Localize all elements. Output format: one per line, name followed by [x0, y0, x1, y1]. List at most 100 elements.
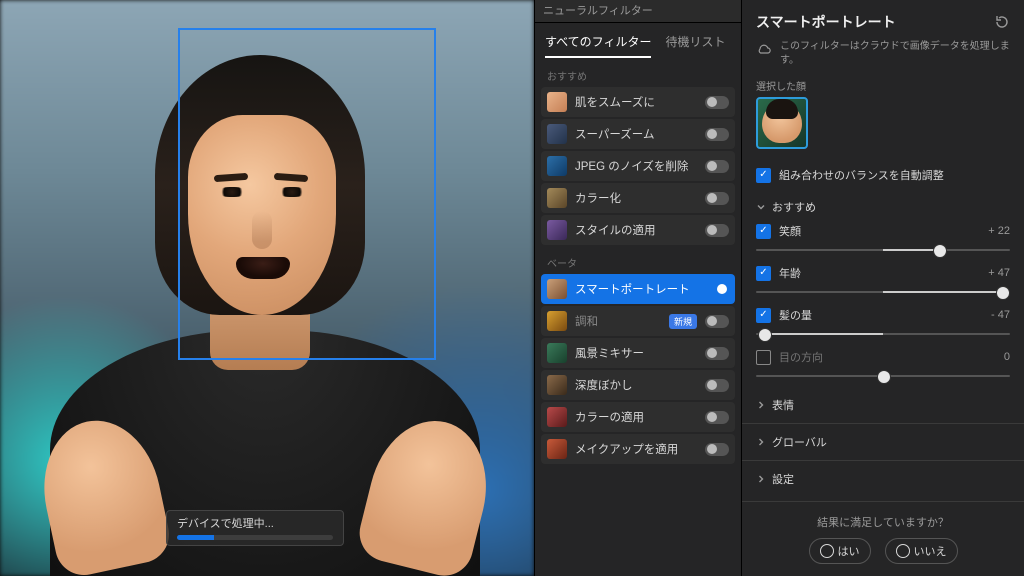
slider-checkbox[interactable] [756, 224, 771, 239]
filter-jpeg-denoise[interactable]: JPEG のノイズを削除 [541, 151, 735, 181]
filter-colorize[interactable]: カラー化 [541, 183, 735, 213]
filter-thumb [547, 279, 567, 299]
filter-label: JPEG のノイズを削除 [575, 158, 697, 174]
slider-label: 年齢 [779, 265, 988, 281]
slider-eye-dir: 目の方向0 [742, 345, 1024, 387]
section-settings[interactable]: 設定 [742, 460, 1024, 497]
slider-checkbox[interactable] [756, 266, 771, 281]
cloud-icon [756, 41, 772, 57]
slider-label: 笑顔 [779, 223, 988, 239]
satisfaction-question: 結果に満足していますか？ [756, 514, 1010, 530]
slider-hair: 髪の量- 47 [742, 303, 1024, 345]
neural-filters-panel: ニューラルフィルター すべてのフィルター 待機リスト おすすめ 肌をスムーズにス… [534, 0, 741, 576]
tab-all-filters[interactable]: すべてのフィルター [545, 33, 651, 58]
selected-face-thumb[interactable] [756, 97, 808, 149]
filter-list-recommended: 肌をスムーズにスーパーズーム JPEG のノイズを削除カラー化スタイルの適用 [535, 87, 741, 245]
filter-toggle[interactable] [705, 96, 729, 109]
filter-thumb [547, 220, 567, 240]
tab-waitlist[interactable]: 待機リスト [665, 33, 725, 58]
slider-track[interactable] [756, 325, 1010, 343]
filter-list-beta: スマートポートレート調和新規風景ミキサー深度ぼかしカラーの適用メイクアップを適用 [535, 274, 741, 464]
slider-smile: 笑顔+ 22 [742, 219, 1024, 261]
filter-toggle[interactable] [705, 160, 729, 173]
slider-checkbox[interactable] [756, 308, 771, 323]
section-expression[interactable]: 表情 [742, 387, 1024, 423]
slider-checkbox[interactable] [756, 350, 771, 365]
filter-landscape-mix[interactable]: 風景ミキサー [541, 338, 735, 368]
auto-balance-label: 組み合わせのバランスを自動調整 [779, 167, 944, 183]
filter-label: 深度ぼかし [575, 377, 697, 393]
slider-knob[interactable] [877, 370, 891, 384]
slider-value: + 47 [988, 267, 1010, 279]
frown-icon [896, 544, 910, 558]
slider-label: 髪の量 [779, 307, 991, 323]
face-detection-rect[interactable] [178, 28, 436, 360]
processing-label: デバイスで処理中... [177, 515, 333, 531]
selected-face-label: 選択した顔 [742, 78, 1024, 97]
filter-harmonize[interactable]: 調和新規 [541, 306, 735, 336]
filter-toggle[interactable] [705, 443, 729, 456]
filter-toggle[interactable] [705, 283, 729, 296]
filter-makeup-apply[interactable]: メイクアップを適用 [541, 434, 735, 464]
new-badge: 新規 [669, 314, 697, 329]
filter-toggle[interactable] [705, 347, 729, 360]
cloud-note-text: このフィルターはクラウドで画像データを処理します。 [780, 40, 1010, 68]
reset-icon[interactable] [994, 14, 1010, 30]
panel-title: ニューラルフィルター [535, 0, 741, 23]
filter-label: カラー化 [575, 190, 697, 206]
slider-value: 0 [1004, 351, 1010, 363]
filter-thumb [547, 343, 567, 363]
filter-thumb [547, 407, 567, 427]
section-beta: ベータ [535, 245, 741, 274]
slider-label: 目の方向 [779, 349, 1004, 365]
filter-thumb [547, 375, 567, 395]
smile-icon [820, 544, 834, 558]
filter-toggle[interactable] [705, 192, 729, 205]
section-recommended-sliders[interactable]: おすすめ [742, 191, 1024, 219]
satisfaction-yes-button[interactable]: はい [809, 538, 871, 564]
slider-track[interactable] [756, 241, 1010, 259]
slider-value: + 22 [988, 225, 1010, 237]
filter-skin-smooth[interactable]: 肌をスムーズに [541, 87, 735, 117]
filter-thumb [547, 311, 567, 331]
section-global[interactable]: グローバル [742, 423, 1024, 460]
slider-track[interactable] [756, 283, 1010, 301]
slider-knob[interactable] [996, 286, 1010, 300]
slider-track[interactable] [756, 367, 1010, 385]
filter-toggle[interactable] [705, 128, 729, 141]
slider-knob[interactable] [933, 244, 947, 258]
slider-value: - 47 [991, 309, 1010, 321]
auto-balance-checkbox[interactable] [756, 168, 771, 183]
auto-balance-row[interactable]: 組み合わせのバランスを自動調整 [742, 159, 1024, 191]
slider-knob[interactable] [758, 328, 772, 342]
filter-smart-portrait[interactable]: スマートポートレート [541, 274, 735, 304]
filter-label: スマートポートレート [575, 281, 697, 297]
filter-thumb [547, 156, 567, 176]
chevron-down-icon [756, 202, 766, 212]
filter-thumb [547, 92, 567, 112]
filter-style-apply[interactable]: スタイルの適用 [541, 215, 735, 245]
slider-group: 笑顔+ 22年齢+ 47髪の量- 47目の方向0 [742, 219, 1024, 387]
filter-label: カラーの適用 [575, 409, 697, 425]
filter-tabs: すべてのフィルター 待機リスト [535, 23, 741, 58]
filter-label: スーパーズーム [575, 126, 697, 142]
filter-depth-blur[interactable]: 深度ぼかし [541, 370, 735, 400]
filter-super-zoom[interactable]: スーパーズーム [541, 119, 735, 149]
document-canvas[interactable]: デバイスで処理中... [0, 0, 534, 576]
filter-thumb [547, 124, 567, 144]
filter-toggle[interactable] [705, 315, 729, 328]
filter-label: メイクアップを適用 [575, 441, 697, 457]
slider-age: 年齢+ 47 [742, 261, 1024, 303]
filter-toggle[interactable] [705, 224, 729, 237]
satisfaction-prompt: 結果に満足していますか？ はい いいえ [742, 501, 1024, 576]
satisfaction-no-button[interactable]: いいえ [885, 538, 958, 564]
filter-label: 風景ミキサー [575, 345, 697, 361]
chevron-right-icon [756, 474, 766, 484]
filter-color-apply[interactable]: カラーの適用 [541, 402, 735, 432]
filter-label: 肌をスムーズに [575, 94, 697, 110]
filter-toggle[interactable] [705, 411, 729, 424]
filter-toggle[interactable] [705, 379, 729, 392]
processing-progress [177, 535, 333, 540]
filter-properties-panel: スマートポートレート このフィルターはクラウドで画像データを処理します。 選択し… [741, 0, 1024, 576]
filter-thumb [547, 439, 567, 459]
